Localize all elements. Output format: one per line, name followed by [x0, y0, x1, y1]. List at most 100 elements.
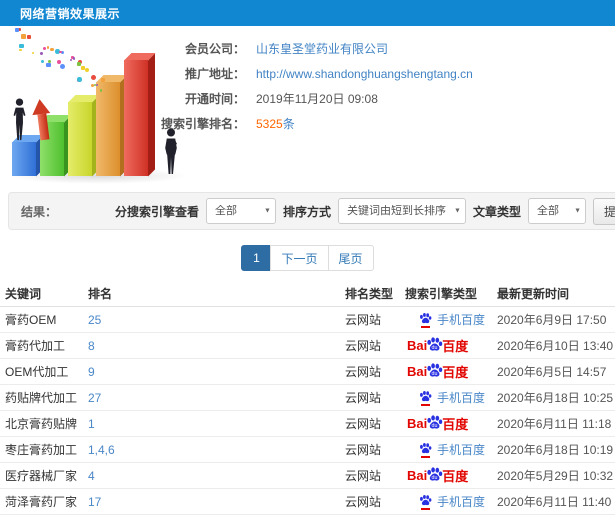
confetti-dot [99, 89, 102, 92]
page-1-button[interactable]: 1 [241, 245, 272, 271]
company-link[interactable]: 山东皇圣堂药业有限公司 [256, 40, 388, 57]
next-page-button[interactable]: 下一页 [270, 245, 329, 271]
update-time-cell: 2020年5月29日 10:32 [497, 469, 614, 483]
filter-group: 分搜索引擎查看 全部 排序方式 关键词由短到长排序 文章类型 全部 提交 [114, 197, 615, 225]
red-underline [421, 403, 430, 406]
businessman-on-bar-icon [13, 98, 26, 141]
confetti-dot [42, 46, 46, 50]
search-engine-cell: Bai du 百度 [405, 466, 497, 486]
confetti-dot [90, 74, 96, 80]
rank-link[interactable]: 27 [88, 391, 101, 405]
engine-filter-label: 分搜索引擎查看 [114, 204, 199, 219]
confetti-dot [100, 78, 105, 83]
rank-link[interactable]: 8 [88, 339, 95, 353]
confetti-dot [84, 67, 90, 72]
svg-text:du: du [432, 423, 438, 429]
article-type-select[interactable]: 全部 [528, 198, 586, 224]
confetti-dot [50, 47, 55, 52]
search-engine-cell: Bai du 百度 [405, 336, 497, 356]
table-row: 医疗器械厂家 4 云网站 Bai du 百度 2020年5月29日 10:32 [0, 463, 615, 489]
baidu-paw-icon [419, 494, 432, 510]
baidu-paw-icon: du [427, 414, 443, 429]
article-type-label: 文章类型 [472, 204, 521, 219]
engine-rank-row: 搜索引擎排名： 5325 条 [153, 111, 473, 136]
confetti-dot [21, 33, 26, 39]
rank-type-cell: 云网站 [345, 313, 382, 327]
baidu-text-bai: Bai [407, 416, 428, 431]
company-label: 会员公司： [184, 42, 245, 56]
search-engine-cell: Bai du 百度 [405, 414, 497, 434]
rank-type-cell: 云网站 [345, 391, 382, 405]
rank-cell: 1 [88, 417, 345, 431]
confetti-dot [77, 61, 82, 66]
open-time-value: 2019年11月20日 09:08 [256, 92, 378, 106]
red-underline [421, 325, 430, 328]
engine-rank-label: 搜索引擎排名： [160, 117, 245, 131]
baidu-text-cn: 百度 [442, 469, 469, 484]
rank-link[interactable]: 1 [88, 417, 95, 431]
baidu-text-cn: 百度 [442, 339, 469, 354]
rank-link[interactable]: 17 [88, 495, 101, 509]
keyword-cell: 菏泽膏药厂家 [5, 495, 78, 509]
engine-filter-select[interactable]: 全部 [205, 198, 276, 224]
update-time-cell: 2020年6月11日 11:18 [497, 417, 612, 431]
confetti-dot [46, 62, 51, 68]
rank-type-cell: 云网站 [345, 443, 382, 457]
paw-glyph-icon [420, 390, 432, 401]
keyword-cell: 膏药OEM [5, 313, 57, 327]
rank-link[interactable]: 25 [88, 313, 101, 327]
submit-button[interactable]: 提交 [593, 197, 615, 225]
sort-select-wrap: 关键词由短到长排序 [337, 198, 466, 224]
promo-url-label: 推广地址： [184, 67, 245, 81]
filter-panel: 结果： 分搜索引擎查看 全部 排序方式 关键词由短到长排序 文章类型 全部 提交 [8, 192, 615, 230]
header-update-time: 最新更新时间 [497, 287, 570, 301]
rank-cell: 8 [88, 339, 345, 353]
table-row: 膏药OEM 25 云网站 手机百度 2020年6月9日 17:50 [0, 307, 615, 333]
update-time-cell: 2020年6月10日 13:40 [497, 339, 614, 353]
rank-link[interactable]: 1,4,6 [88, 443, 115, 457]
red-underline [421, 507, 430, 510]
rank-link[interactable]: 4 [88, 469, 95, 483]
rank-type-cell: 云网站 [345, 339, 382, 353]
rank-link[interactable]: 9 [88, 365, 95, 379]
ranking-table: 关键词 排名 排名类型 搜索引擎类型 最新更新时间 膏药OEM 25 云网站 手… [0, 281, 615, 515]
table-header-row: 关键词 排名 排名类型 搜索引擎类型 最新更新时间 [0, 281, 615, 307]
keyword-cell: 膏药代加工 [5, 339, 66, 353]
pagination: 1 下一页 尾页 [0, 245, 615, 271]
baidu-mobile-logo: 手机百度 [419, 493, 485, 510]
keyword-cell: OEM代加工 [5, 365, 69, 379]
sort-select[interactable]: 关键词由短到长排序 [337, 198, 466, 224]
confetti-dot [40, 60, 45, 64]
confetti-dot [60, 64, 66, 70]
engine-filter-select-wrap: 全部 [205, 198, 276, 224]
confetti-dot [19, 48, 22, 52]
baidu-paw-icon [419, 390, 432, 406]
keyword-cell: 医疗器械厂家 [5, 469, 78, 483]
baidu-full-logo: Bai du 百度 [407, 336, 468, 356]
header-rank: 排名 [88, 287, 113, 301]
table-body: 膏药OEM 25 云网站 手机百度 2020年6月9日 17:50 膏药代加工 … [0, 307, 615, 515]
rank-cell: 4 [88, 469, 345, 483]
table-row: 膏药代加工 8 云网站 Bai du 百度 2020年6月10日 13:40 [0, 333, 615, 359]
promo-url-link[interactable]: http://www.shandonghuangshengtang.cn [256, 67, 473, 81]
search-engine-cell: Bai du 百度 [405, 362, 497, 382]
table-row: 菏泽膏药厂家 17 云网站 手机百度 2020年6月11日 11:40 [0, 489, 615, 515]
last-page-button[interactable]: 尾页 [327, 245, 374, 271]
engine-rank-unit: 条 [282, 117, 295, 131]
confetti-dot [40, 52, 44, 56]
engine-label: 手机百度 [437, 391, 486, 405]
header-keyword: 关键词 [5, 287, 42, 301]
table-row: 北京膏药贴牌 1 云网站 Bai du 百度 2020年6月11日 11:18 [0, 411, 615, 437]
paw-glyph-icon [420, 442, 432, 453]
baidu-paw-icon: du [427, 466, 443, 481]
engine-label: 手机百度 [437, 443, 486, 457]
keyword-cell: 药贴牌代加工 [5, 391, 78, 405]
rank-type-cell: 云网站 [345, 365, 382, 379]
table-row: 枣庄膏药加工 1,4,6 云网站 手机百度 2020年6月18日 10:19 [0, 437, 615, 463]
header-engine-type: 搜索引擎类型 [405, 287, 478, 301]
member-info-section: 会员公司： 山东皇圣堂药业有限公司 推广地址： http://www.shand… [0, 26, 615, 192]
rank-cell: 17 [88, 495, 345, 509]
app-header: 网络营销效果展示 [0, 0, 615, 26]
baidu-text-cn: 百度 [442, 417, 469, 432]
update-time-cell: 2020年6月18日 10:19 [497, 443, 614, 457]
